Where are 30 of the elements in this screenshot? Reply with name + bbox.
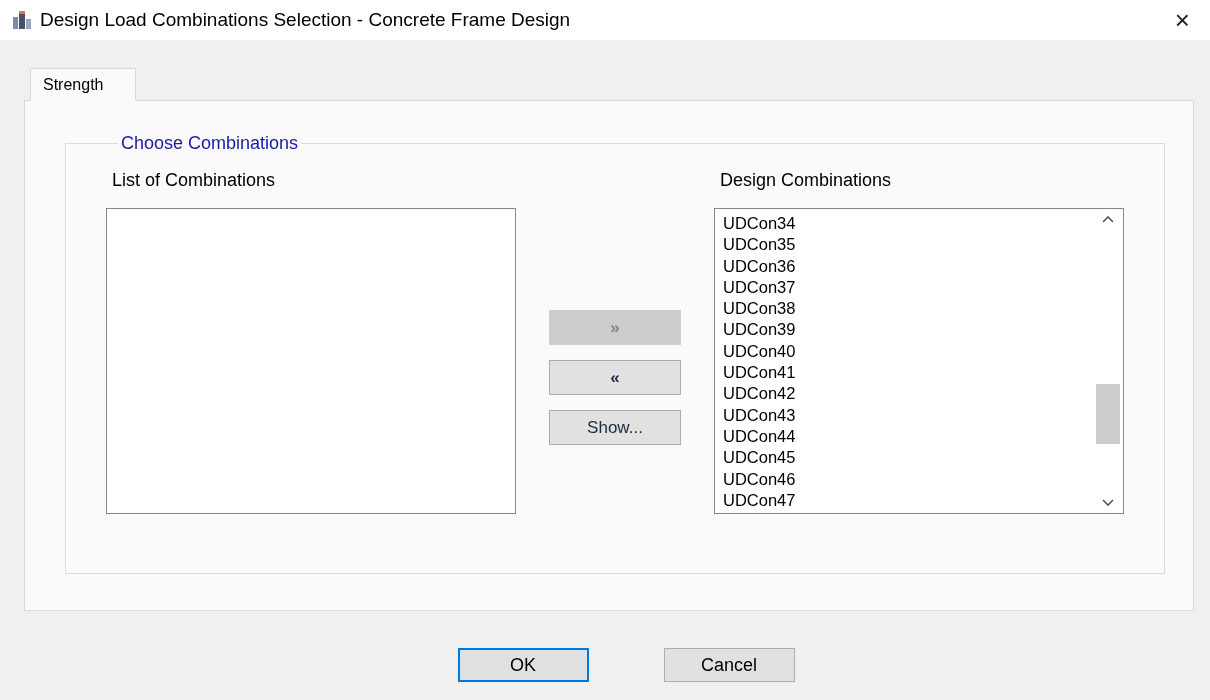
app-icon: [12, 11, 32, 29]
list-item[interactable]: UDCon34: [723, 213, 1085, 235]
list-item[interactable]: UDCon35: [723, 234, 1085, 256]
scroll-thumb[interactable]: [1096, 384, 1120, 444]
list-item[interactable]: UDCon43: [723, 404, 1085, 426]
list-item[interactable]: UDCon45: [723, 447, 1085, 469]
design-combinations-list[interactable]: UDCon34 UDCon35 UDCon36 UDCon37 UDCon38 UDCon39 UDCon40 UDCon41 UDCon42 UDCon43 UDCon44 UDCon45 UDCon46 UDCon47: [714, 208, 1124, 514]
ok-button[interactable]: OK: [457, 648, 589, 682]
list-item[interactable]: UDCon37: [723, 276, 1085, 299]
list-item[interactable]: UDCon40: [723, 340, 1085, 363]
list-item[interactable]: UDCon39: [723, 319, 1085, 341]
window-title: Design Load Combinations Selection - Concrete Frame Design: [40, 9, 572, 31]
cancel-button[interactable]: Cancel: [663, 648, 795, 682]
group-title: Choose Combinations: [120, 133, 300, 154]
list-item[interactable]: UDCon38: [723, 298, 1085, 320]
list-item[interactable]: UDCon36: [723, 255, 1085, 277]
list-item[interactable]: UDCon41: [723, 362, 1085, 384]
list-label: Design Combinations: [719, 170, 893, 192]
list-label: List of Combinations: [111, 170, 277, 192]
show-button[interactable]: Show...: [549, 410, 681, 445]
scroll-down-icon[interactable]: [1102, 499, 1114, 507]
scroll-up-icon[interactable]: [1102, 215, 1114, 223]
list-item[interactable]: UDCon47: [723, 489, 1085, 512]
list-item[interactable]: UDCon46: [723, 468, 1085, 490]
tab[interactable]: Strength: [30, 68, 136, 101]
combinations-list[interactable]: [106, 208, 516, 514]
transfer-button[interactable]: «: [549, 360, 681, 395]
list-item[interactable]: UDCon44: [723, 425, 1085, 448]
list-item[interactable]: UDCon42: [723, 383, 1085, 405]
close-button[interactable]: ×: [1168, 4, 1196, 36]
